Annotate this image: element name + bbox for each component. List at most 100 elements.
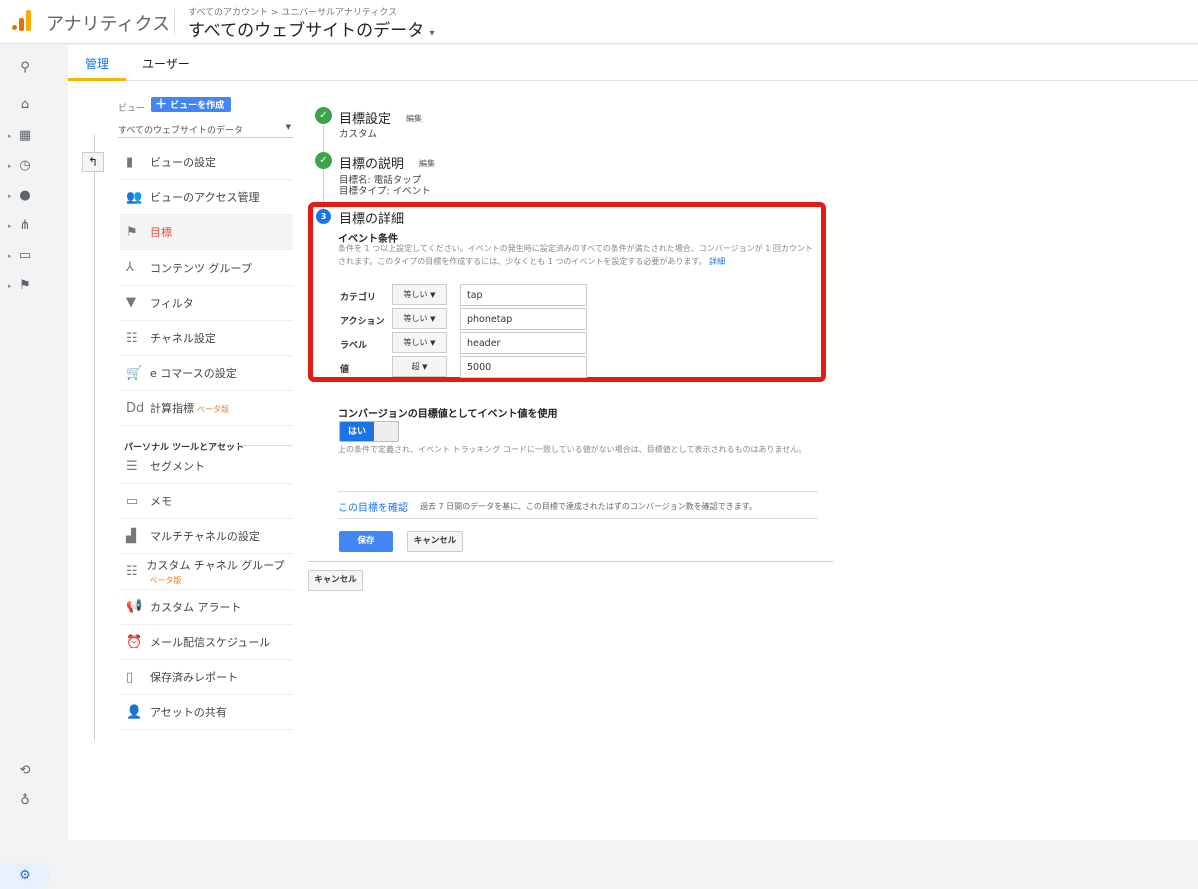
operator-value: 等しい [403, 290, 428, 299]
desc-text: 条件を 1 つ以上設定してください。イベントの発生時に設定済みのすべての条件が満… [338, 244, 813, 266]
back-button[interactable]: ↰ [82, 152, 104, 172]
condition-value-input[interactable] [460, 356, 587, 378]
menu-item[interactable]: ⏰ メール配信スケジュール [120, 625, 293, 660]
edit-link[interactable]: 編集 [419, 158, 435, 169]
create-view-button[interactable]: ＋ ビューを作成 [151, 97, 231, 112]
cart-icon: 🛒 [126, 365, 143, 381]
menu-item[interactable]: 👥 ビューのアクセス管理 [120, 180, 293, 216]
property-selector[interactable]: すべてのウェブサイトのデータ ▾ [188, 16, 435, 41]
check-icon: ✓ [315, 152, 332, 169]
menu-item-label: ビューの設定 [150, 156, 216, 169]
lightbulb-icon[interactable]: ♁ [17, 793, 33, 809]
menu-item[interactable]: ▼ フィルタ [120, 286, 293, 321]
condition-value-input[interactable] [460, 332, 587, 354]
beta-badge: ベータ版 [149, 576, 182, 586]
expand-icon[interactable]: ▸ [8, 282, 12, 290]
verify-goal-desc: 過去 7 日間のデータを基に、この目標で達成されたはずのコンバージョン数を確認で… [420, 502, 757, 511]
operator-value: 超 [411, 362, 420, 371]
menu-item[interactable]: ▟ マルチチャネルの設定 [120, 519, 293, 555]
menu-item[interactable]: ☷ チャネル設定 [120, 321, 293, 356]
verify-goal-link[interactable]: この目標を確認 [338, 499, 408, 514]
event-value-desc: 上の条件で定義され、イベント トラッキング コードに一致している値がない場合は、… [338, 445, 807, 454]
condition-value-input[interactable] [460, 308, 587, 330]
operator-dropdown[interactable]: 等しい ▼ [392, 332, 447, 353]
check-icon: ✓ [315, 107, 332, 124]
condition-label: カテゴリ [340, 293, 377, 303]
filter-icon: ▼ [126, 295, 136, 311]
caret-down-icon: ▼ [430, 315, 436, 323]
cancel-button[interactable]: キャンセル [407, 531, 463, 552]
cancel-outer-button[interactable]: キャンセル [308, 570, 363, 591]
flag-icon: ⚑ [126, 224, 138, 240]
divider [338, 518, 818, 519]
menu-item[interactable]: Dd 計算指標 ベータ版 [120, 391, 293, 427]
caret-down-icon: ▾ [429, 28, 435, 39]
caret-down-icon: ▼ [422, 363, 428, 371]
operator-dropdown[interactable]: 超 ▼ [392, 356, 447, 377]
menu-item-label: メモ [150, 495, 172, 509]
create-view-label: ビューを作成 [170, 101, 225, 111]
behavior-icon[interactable]: ▭ [17, 248, 33, 264]
menu-item-label: コンテンツ グループ [150, 261, 252, 275]
megaphone-icon: 📢 [126, 599, 143, 615]
tab-user[interactable]: ユーザー [142, 55, 190, 72]
menu-item-label: 保存済みレポート [150, 671, 238, 685]
beta-badge: ベータ版 [197, 405, 229, 415]
share-user-icon: 👤 [126, 704, 143, 720]
step-number: 3 [316, 209, 331, 224]
menu-item-label: フィルタ [150, 296, 194, 310]
menu-item[interactable]: ▯ 保存済みレポート [120, 660, 293, 696]
channel-icon: ☷ [126, 330, 138, 346]
event-value-toggle[interactable]: はい [339, 421, 399, 442]
expand-icon[interactable]: ▸ [8, 252, 12, 260]
divider [174, 9, 175, 35]
flag-icon[interactable]: ⚑ [17, 278, 33, 294]
menu-item[interactable]: ☰ セグメント [120, 449, 293, 484]
search-icon[interactable]: ⚲ [17, 60, 33, 76]
acquisition-icon[interactable]: ⋔ [17, 218, 33, 234]
tab-admin[interactable]: 管理 [85, 55, 109, 72]
view-selector[interactable]: すべてのウェブサイトのデータ ▼ [118, 123, 293, 138]
main-panel: 管理 ユーザー ビュー ＋ ビューを作成 すべてのウェブサイトのデータ ▼ ↰ ▮… [68, 45, 1198, 840]
channel-icon: ☷ [126, 564, 138, 580]
tab-bar: 管理 ユーザー [68, 45, 1198, 81]
condition-label: アクション [340, 317, 385, 327]
menu-item[interactable]: ⅄ コンテンツ グループ [120, 251, 293, 286]
people-icon: 👥 [126, 189, 143, 205]
person-icon[interactable]: ● [17, 188, 33, 204]
menu-item[interactable]: ▭ メモ [120, 484, 293, 520]
menu-item-label: カスタム チャネル グループベータ版 [146, 559, 285, 586]
home-icon[interactable]: ⌂ [17, 97, 33, 113]
customization-icon[interactable]: ▦ [17, 128, 33, 144]
operator-dropdown[interactable]: 等しい ▼ [392, 284, 447, 305]
view-selected: すべてのウェブサイトのデータ [118, 126, 244, 136]
menu-item-label: チャネル設定 [150, 332, 216, 345]
toggle-on-label: はい [340, 422, 374, 441]
caret-down-icon: ▼ [285, 123, 291, 131]
menu-item[interactable]: 🛒 e コマースの設定 [120, 356, 293, 392]
menu-item-label: 目標 [150, 226, 172, 240]
menu-item[interactable]: ▮ ビューの設定 [120, 145, 293, 180]
caret-down-icon: ▼ [430, 291, 436, 299]
menu-item-label: マルチチャネルの設定 [150, 530, 260, 544]
caret-down-icon: ▼ [430, 339, 436, 347]
menu-item[interactable]: ⚑ 目標 [120, 215, 293, 251]
operator-dropdown[interactable]: 等しい ▼ [392, 308, 447, 329]
admin-button[interactable]: ⚙ [0, 863, 50, 889]
edit-link[interactable]: 編集 [406, 113, 422, 124]
expand-icon[interactable]: ▸ [8, 162, 12, 170]
clock-icon[interactable]: ◷ [17, 158, 33, 174]
menu-item[interactable]: 👤 アセットの共有 [120, 695, 293, 731]
details-link[interactable]: 詳細 [709, 257, 725, 266]
attribution-icon[interactable]: ⟲ [17, 763, 33, 779]
expand-icon[interactable]: ▸ [8, 222, 12, 230]
save-button[interactable]: 保存 [339, 531, 393, 552]
expand-icon[interactable]: ▸ [8, 192, 12, 200]
tab-indicator [68, 78, 126, 81]
menu-item[interactable]: 📢 カスタム アラート [120, 590, 293, 625]
expand-icon[interactable]: ▸ [8, 132, 12, 140]
menu-item-label: 計算指標 ベータ版 [150, 402, 229, 416]
menu-item[interactable]: ☷ カスタム チャネル グループベータ版 [120, 555, 293, 590]
condition-value-input[interactable] [460, 284, 587, 306]
left-nav: ⚲ ⌂ ▸ ▦ ▸ ◷ ▸ ● ▸ ⋔ ▸ ▭ ▸ ⚑ ⟲ ♁ ⚙ [0, 45, 50, 889]
